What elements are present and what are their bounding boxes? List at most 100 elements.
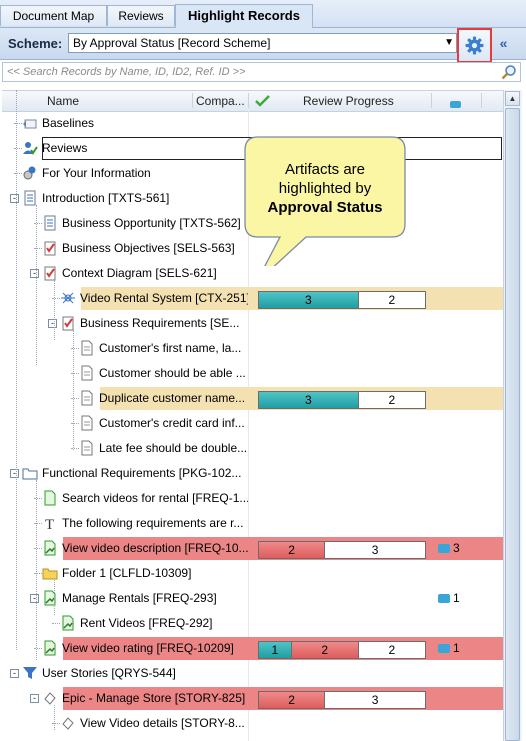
review-progress-bar: 32 (258, 291, 426, 309)
callout-text: Artifacts are highlighted by Approval St… (244, 160, 406, 217)
tree-row[interactable]: - Business Requirements [SE... (2, 311, 503, 336)
tree-row[interactable]: View video description [FREQ-10... 2 3 3 (2, 536, 503, 561)
gear-icon (465, 36, 484, 55)
checklist-icon (44, 266, 56, 281)
tree-row-label: Baselines (42, 116, 95, 130)
tree-row-label: Customer should be able ... (99, 366, 246, 380)
search-input[interactable]: << Search Records by Name, ID, ID2, Ref.… (2, 62, 521, 82)
review-progress-segment: 3 (324, 692, 425, 708)
tree-row-label: For Your Information (42, 166, 151, 180)
tree-row[interactable]: Late fee should be double... (2, 436, 503, 461)
tree-row-label: Customer's credit card inf... (99, 416, 245, 430)
collapse-toggle-icon[interactable]: - (30, 269, 39, 278)
tree-row[interactable]: Customer's first name, la... (2, 336, 503, 361)
callout-line-2: highlighted by (278, 180, 372, 197)
tree-row[interactable]: Video Rental System [CTX-251] 3 2 (2, 286, 503, 311)
tree-row[interactable]: Customer should be able ... (2, 361, 503, 386)
comment-count[interactable]: 1 (438, 591, 460, 605)
tree-row[interactable]: Duplicate customer name... 3 2 (2, 386, 503, 411)
review-progress-bar: 23 (258, 691, 426, 709)
document-icon (81, 390, 93, 406)
review-progress-segment: 3 (259, 392, 358, 408)
comment-icon (438, 594, 450, 603)
tree-row-label: Manage Rentals [FREQ-293] (62, 591, 217, 605)
tree-row-label: View video description [FREQ-10... (62, 541, 248, 555)
review-progress-bar: 23 (258, 541, 426, 559)
reviews-icon (23, 142, 38, 155)
tree-row[interactable]: - Manage Rentals [FREQ-293] 1 (2, 586, 503, 611)
tab-highlight-records[interactable]: Highlight Records (175, 4, 313, 28)
callout-line-3: Approval Status (267, 199, 383, 216)
comment-count-value: 1 (453, 591, 460, 605)
tree-row-label: Reviews (42, 141, 88, 155)
text-document-icon (24, 190, 36, 206)
scheme-settings-button[interactable] (457, 28, 492, 63)
comment-icon (438, 644, 450, 653)
comment-icon (438, 544, 450, 553)
search-icon[interactable] (501, 64, 517, 80)
double-chevron-left-icon: « (499, 35, 508, 51)
scroll-up-icon[interactable]: ▲ (505, 91, 520, 106)
tab-bar: Document Map Reviews Highlight Records (0, 0, 526, 28)
tree-row-label: Late fee should be double... (99, 441, 248, 455)
comment-column-icon (450, 96, 464, 110)
tree-row[interactable]: Baselines (2, 111, 503, 136)
collapse-toggle-icon[interactable]: - (30, 694, 39, 703)
tab-document-map[interactable]: Document Map (0, 5, 107, 26)
checklist-icon (62, 316, 74, 331)
review-progress-bar: 122 (258, 641, 426, 659)
tree-row-label: Business Opportunity [TXTS-562] (62, 216, 241, 230)
vertical-scrollbar[interactable]: ▲ (503, 90, 522, 741)
tree-row-label: View Video details [STORY-8... (80, 716, 245, 730)
column-compa[interactable]: Compa... (196, 94, 245, 108)
collapse-toggle-icon[interactable]: - (30, 594, 39, 603)
document-icon (81, 440, 93, 456)
review-progress-segment: 3 (259, 292, 358, 308)
requirement-approved-icon (44, 590, 56, 606)
column-name[interactable]: Name (47, 94, 79, 108)
comment-count-value: 3 (453, 541, 460, 555)
callout-line-1: Artifacts are (284, 161, 366, 178)
tree-row[interactable]: Customer's credit card inf... (2, 411, 503, 436)
review-progress-segment: 1 (259, 642, 291, 658)
tree-row[interactable]: T The following requirements are r... (2, 511, 503, 536)
tree-row[interactable]: View video rating [FREQ-10209] 1 2 2 1 (2, 636, 503, 661)
tree-row-label: Search videos for rental [FREQ-1... (62, 491, 248, 505)
scheme-value: By Approval Status [Record Scheme] (73, 36, 271, 50)
tree-row-label: Business Objectives [SELS-563] (62, 241, 235, 255)
tree-row[interactable]: Folder 1 [CLFLD-10309] (2, 561, 503, 586)
requirement-approved-icon (62, 615, 74, 631)
folder-icon (42, 568, 58, 580)
tree-row-label: Duplicate customer name... (99, 391, 246, 405)
review-progress-segment: 3 (324, 542, 425, 558)
tree-row-label: Business Requirements [SE... (80, 316, 240, 330)
comment-count[interactable]: 3 (438, 541, 460, 555)
checkmark-icon (255, 95, 270, 107)
tree-row[interactable]: Search videos for rental [FREQ-1... (2, 486, 503, 511)
text-icon: T (45, 517, 54, 531)
tree-row-label: View video rating [FREQ-10209] (62, 641, 234, 655)
column-review-progress[interactable]: Review Progress (303, 94, 394, 108)
collapse-toggle-icon[interactable]: - (10, 469, 19, 478)
tree-row-label: Epic - Manage Store [STORY-825] (62, 691, 246, 705)
collapse-toggle-icon[interactable]: - (48, 319, 57, 328)
scroll-thumb[interactable] (505, 108, 520, 741)
tree-row[interactable]: - Epic - Manage Store [STORY-825] 2 3 (2, 686, 503, 711)
tree-row-label: Context Diagram [SELS-621] (62, 266, 217, 280)
scheme-dropdown[interactable]: By Approval Status [Record Scheme] ▼ (68, 33, 457, 53)
collapse-toggle-icon[interactable]: - (10, 669, 19, 678)
folder-package-icon (22, 468, 38, 480)
tree-row[interactable]: Rent Videos [FREQ-292] (2, 611, 503, 636)
tab-reviews[interactable]: Reviews (107, 5, 175, 26)
tree-row[interactable]: View Video details [STORY-8... (2, 711, 503, 736)
tree-row-label: User Stories [QRYS-544] (42, 666, 176, 680)
collapse-toggle-icon[interactable]: - (10, 194, 19, 203)
comment-count[interactable]: 1 (438, 641, 460, 655)
text-document-icon (44, 215, 56, 231)
review-progress-segment: 2 (357, 392, 425, 408)
tree-row[interactable]: - User Stories [QRYS-544] (2, 661, 503, 686)
tree-row-label: Folder 1 [CLFLD-10309] (62, 566, 192, 580)
tree-row[interactable]: - Functional Requirements [PKG-102... (2, 461, 503, 486)
scheme-toolbar: Scheme: By Approval Status [Record Schem… (0, 28, 526, 63)
collapse-panel-button[interactable]: « (495, 35, 512, 52)
